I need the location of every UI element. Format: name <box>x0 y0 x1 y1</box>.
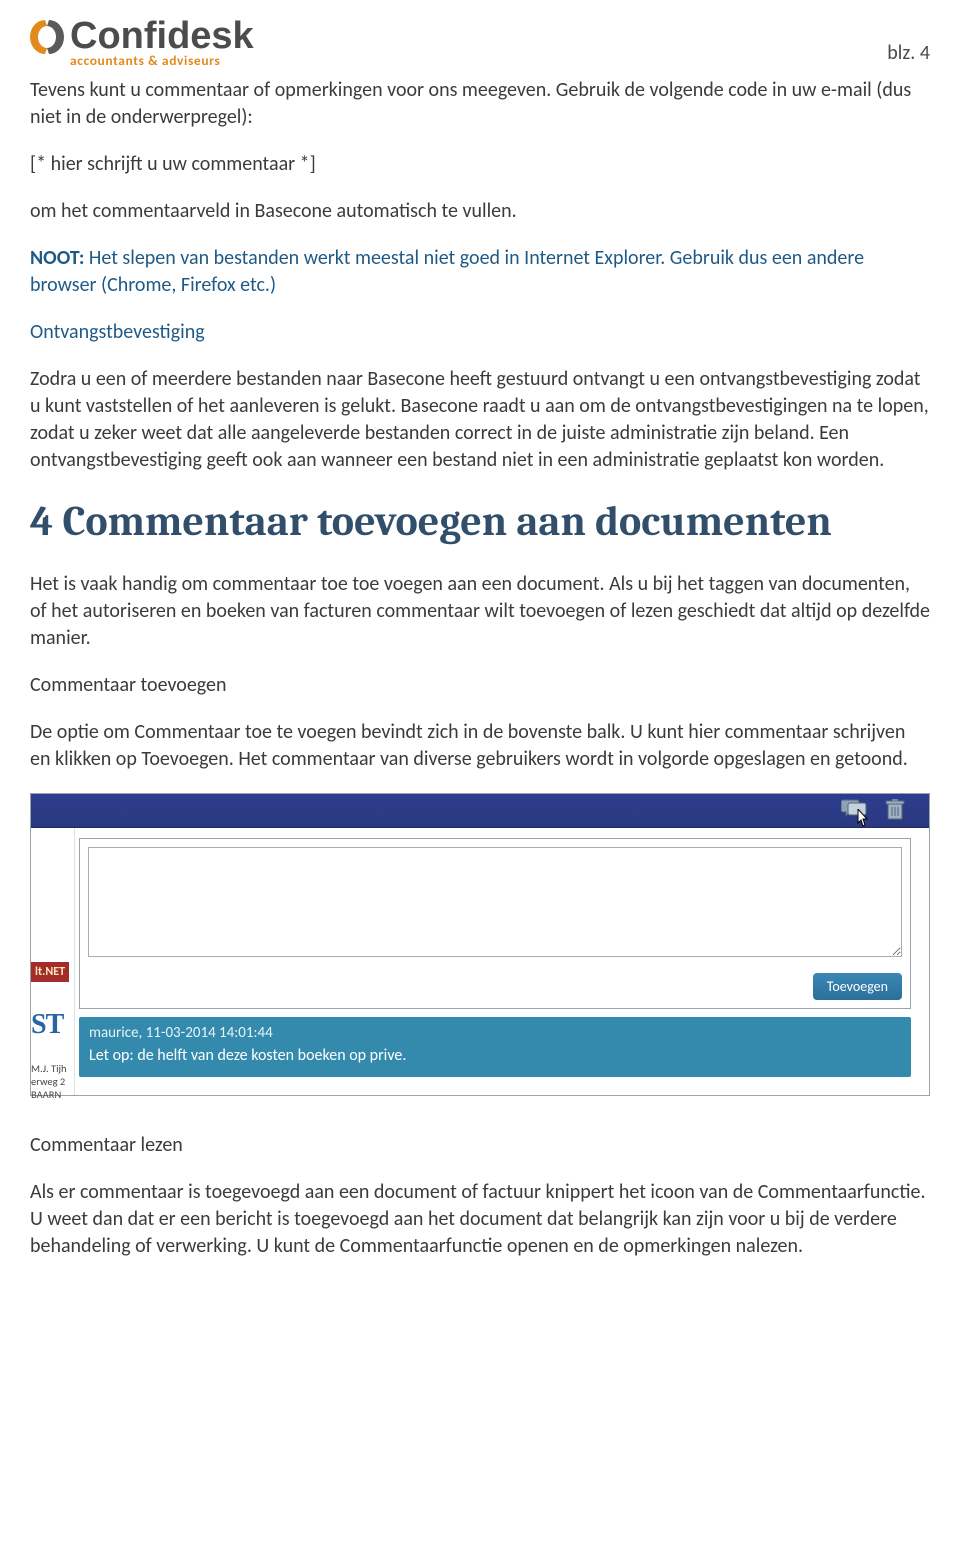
header-row: Confidesk accountants & adviseurs blz. 4 <box>30 18 930 67</box>
addr-line: M.J. Tijh <box>31 1062 74 1075</box>
subheading: Commentaar lezen <box>30 1132 930 1159</box>
top-toolbar <box>31 794 929 828</box>
paragraph: Zodra u een of meerdere bestanden naar B… <box>30 366 930 474</box>
add-comment-button[interactable]: Toevoegen <box>813 973 902 1000</box>
note-paragraph: NOOT: Het slepen van bestanden werkt mee… <box>30 245 930 299</box>
paragraph-code: [* hier schrijft u uw commentaar *] <box>30 151 930 178</box>
paragraph: om het commentaarveld in Basecone automa… <box>30 198 930 225</box>
page-number: blz. 4 <box>887 40 930 67</box>
addr-line: erweg 2 <box>31 1075 74 1088</box>
strip-bigtext: ST <box>31 1006 74 1044</box>
comment-item: maurice, 11-03-2014 14:01:44 Let op: de … <box>79 1017 911 1077</box>
logo-word: Confidesk <box>70 18 254 55</box>
comment-meta: maurice, 11-03-2014 14:01:44 <box>89 1023 901 1043</box>
section-heading: 4 Commentaar toevoegen aan documenten <box>30 494 930 551</box>
strip-address: M.J. Tijh erweg 2 BAARN <box>31 1062 74 1101</box>
left-strip: lt.NET ST M.J. Tijh erweg 2 BAARN <box>31 828 75 1095</box>
logo: Confidesk accountants & adviseurs <box>30 18 254 67</box>
paragraph: Tevens kunt u commentaar of opmerkingen … <box>30 77 930 131</box>
screenshot-body: lt.NET ST M.J. Tijh erweg 2 BAARN Toevoe… <box>31 828 929 1095</box>
screenshot: lt.NET ST M.J. Tijh erweg 2 BAARN Toevoe… <box>30 793 930 1096</box>
comment-text: Let op: de helft van deze kosten boeken … <box>89 1045 901 1067</box>
comment-icon[interactable] <box>841 799 867 821</box>
paragraph: Als er commentaar is toegevoegd aan een … <box>30 1179 930 1260</box>
comment-textarea[interactable] <box>88 847 902 957</box>
logo-mark-icon <box>30 18 64 56</box>
trash-icon[interactable] <box>885 799 905 821</box>
note-body: Het slepen van bestanden werkt meestal n… <box>30 246 864 297</box>
subheading: Commentaar toevoegen <box>30 672 930 699</box>
subheading: Ontvangstbevestiging <box>30 319 930 346</box>
paragraph: Het is vaak handig om commentaar toe toe… <box>30 571 930 652</box>
comment-panel: Toevoegen <box>79 838 911 1009</box>
document-content: Tevens kunt u commentaar of opmerkingen … <box>30 67 930 1260</box>
note-label: NOOT: <box>30 246 84 270</box>
paragraph: De optie om Commentaar toe te voegen bev… <box>30 719 930 773</box>
addr-line: BAARN <box>31 1088 74 1101</box>
strip-badge: lt.NET <box>31 962 69 982</box>
